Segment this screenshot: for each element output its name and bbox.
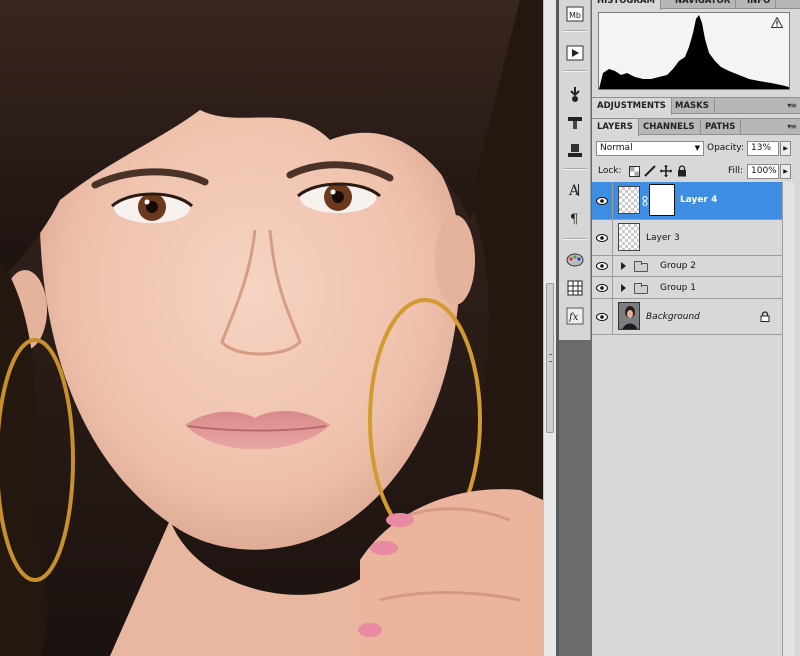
character-icon[interactable]: A [564, 180, 586, 200]
lock-label: Lock: [598, 166, 622, 176]
scrollbar-thumb[interactable] [546, 283, 554, 433]
strip-separator [563, 30, 587, 32]
mini-bridge-icon[interactable]: Mb [564, 4, 586, 24]
document-canvas[interactable] [0, 0, 543, 656]
paragraph-icon[interactable]: ¶ [564, 208, 586, 228]
layer-row-group-1[interactable]: Group 1 [592, 277, 782, 299]
histogram-tabbar: HISTOGRAM NAVIGATOR INFO [592, 0, 800, 10]
row-divider [612, 182, 613, 219]
svg-text:¶: ¶ [570, 212, 578, 227]
eye-visibility-icon[interactable] [595, 283, 609, 293]
layer-row-layer-3[interactable]: Layer 3 [592, 220, 782, 256]
eye-visibility-icon[interactable] [595, 261, 609, 271]
canvas-vertical-scrollbar[interactable] [543, 0, 556, 656]
layers-scrollbar[interactable] [782, 182, 794, 656]
row-divider [612, 256, 613, 276]
layer-row-layer-4[interactable]: Layer 4 [592, 182, 782, 220]
warning-icon[interactable] [771, 17, 783, 28]
layers-list: Layer 4 Layer 3 Group 2 Group 1 Backgrou… [592, 182, 782, 338]
lock-icon [760, 311, 770, 322]
eye-visibility-icon[interactable] [595, 312, 609, 322]
tool-presets-icon[interactable] [564, 140, 586, 160]
fill-slider-arrow-icon[interactable]: ▶ [780, 164, 791, 179]
styles-icon[interactable] [564, 278, 586, 298]
portrait-photo [0, 0, 543, 656]
blend-mode-value: Normal [600, 143, 633, 153]
chevron-down-icon: ▼ [694, 144, 700, 152]
layer-name-group-1[interactable]: Group 1 [660, 283, 696, 293]
fill-label: Fill: [728, 166, 744, 176]
play-actions-icon[interactable] [564, 43, 586, 63]
lock-pixels-icon[interactable] [644, 165, 656, 177]
strip-separator [563, 70, 587, 72]
expand-triangle-icon[interactable] [621, 262, 626, 270]
strip-separator [563, 168, 587, 170]
svg-text:fx: fx [568, 312, 579, 323]
layer-mask-thumbnail[interactable] [649, 184, 675, 216]
layer-thumbnail[interactable] [618, 186, 640, 214]
tab-info[interactable]: INFO [742, 0, 777, 9]
lock-position-icon[interactable] [660, 165, 672, 177]
adjustments-tabbar: ADJUSTMENTS MASKS ▾≡ [592, 97, 800, 115]
folder-icon [634, 283, 648, 294]
tab-histogram[interactable]: HISTOGRAM [592, 0, 661, 10]
layer-row-group-2[interactable]: Group 2 [592, 256, 782, 277]
collapsed-panels-strip: Mb A ¶ fx [559, 0, 591, 656]
panel-menu-icon[interactable]: ▾≡ [787, 101, 797, 110]
brush-settings-icon[interactable] [564, 84, 586, 104]
layers-tabbar: LAYERS CHANNELS PATHS ▾≡ [592, 118, 800, 136]
row-divider [612, 299, 613, 334]
lock-all-icon[interactable] [676, 165, 688, 177]
tab-adjustments[interactable]: ADJUSTMENTS [592, 98, 672, 115]
swatches-icon[interactable] [564, 250, 586, 270]
tab-paths[interactable]: PATHS [700, 119, 742, 135]
expand-triangle-icon[interactable] [621, 284, 626, 292]
opacity-slider-arrow-icon[interactable]: ▶ [780, 141, 791, 156]
background-thumbnail[interactable] [618, 302, 640, 330]
mask-link-icon[interactable] [642, 196, 648, 206]
layer-row-background[interactable]: Background [592, 299, 782, 335]
opacity-input[interactable]: 13% [747, 141, 779, 156]
layer-name-background[interactable]: Background [646, 312, 700, 322]
clone-source-icon[interactable] [564, 112, 586, 132]
folder-icon [634, 261, 648, 272]
row-divider [612, 220, 613, 255]
layer-name-group-2[interactable]: Group 2 [660, 261, 696, 271]
strip-separator [563, 238, 587, 240]
layer-name-layer-3[interactable]: Layer 3 [646, 233, 680, 243]
tab-masks[interactable]: MASKS [670, 98, 715, 114]
eye-visibility-icon[interactable] [595, 196, 609, 206]
layer-thumbnail[interactable] [618, 223, 640, 251]
tab-channels[interactable]: CHANNELS [638, 119, 701, 135]
lock-transparent-icon[interactable] [628, 165, 640, 177]
histogram-chart [598, 12, 790, 90]
dock-empty-area [559, 340, 591, 656]
panels-dock: HISTOGRAM NAVIGATOR INFO ADJUSTMENTS MAS… [592, 0, 800, 656]
svg-text:Mb: Mb [569, 11, 581, 20]
tab-navigator[interactable]: NAVIGATOR [670, 0, 737, 9]
fx-icon[interactable]: fx [564, 306, 586, 326]
opacity-label: Opacity: [707, 143, 744, 153]
row-divider [612, 277, 613, 298]
blend-mode-select[interactable]: Normal ▼ [596, 141, 704, 156]
tab-layers[interactable]: LAYERS [592, 119, 639, 136]
layer-name-layer-4[interactable]: Layer 4 [680, 195, 717, 205]
eye-visibility-icon[interactable] [595, 233, 609, 243]
panel-menu-icon[interactable]: ▾≡ [787, 122, 797, 131]
fill-input[interactable]: 100% [747, 164, 779, 179]
scrollbar-grip-icon [549, 354, 552, 362]
